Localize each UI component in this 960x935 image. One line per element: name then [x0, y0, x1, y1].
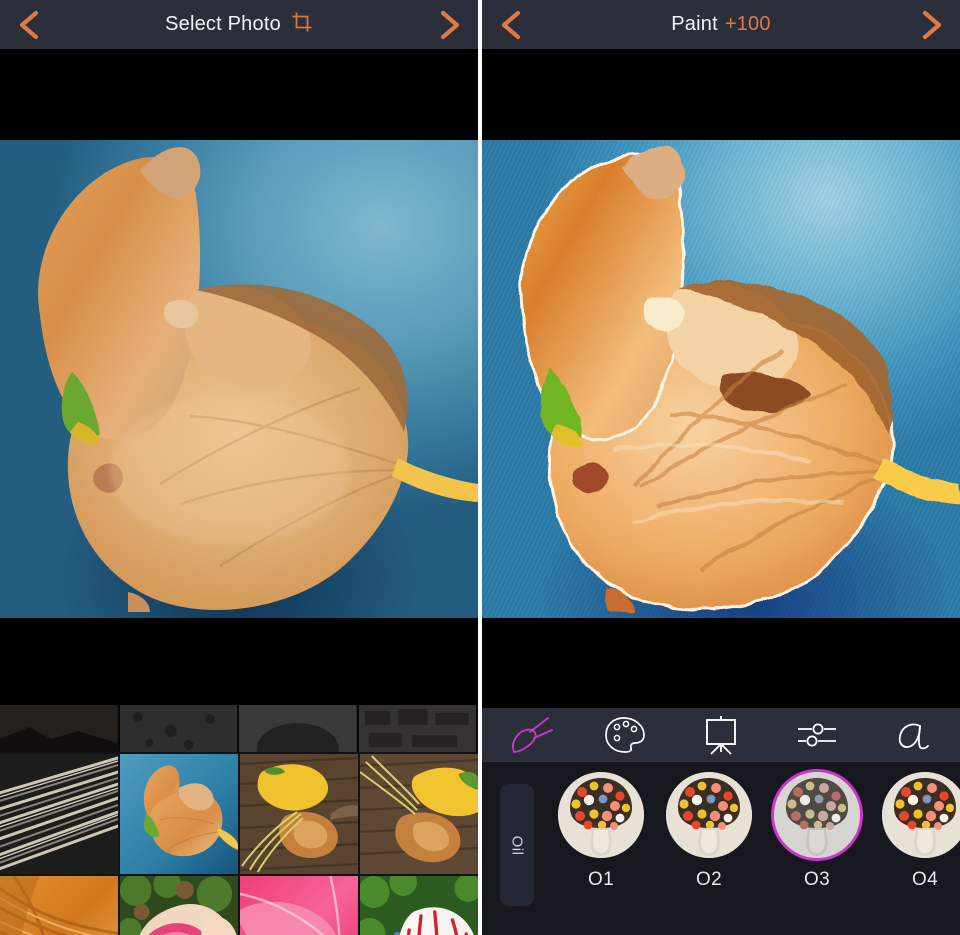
- preset-thumbnail: [774, 772, 860, 858]
- picker-thumb-dried-petal-blue[interactable]: [120, 754, 238, 874]
- thumb-art: [0, 876, 118, 935]
- preset-o3[interactable]: O3: [763, 772, 871, 891]
- picker-thumb-yellow-petal-stems-wood[interactable]: [360, 754, 478, 874]
- tool-adjust[interactable]: [769, 708, 865, 762]
- left-page-title: Select Photo: [165, 11, 313, 39]
- thumb-art: [360, 876, 478, 935]
- right-header-back-button[interactable]: [482, 0, 540, 49]
- left-header-forward-button[interactable]: [420, 0, 478, 49]
- picker-thumb-yellow-petal-wood[interactable]: [240, 754, 358, 874]
- preset-thumbnail: [666, 772, 752, 858]
- preset-thumbnail: [558, 772, 644, 858]
- left-panel-select-photo: Select Photo: [0, 0, 478, 935]
- canvas-easel-icon: [702, 714, 740, 756]
- right-canvas-stage: [482, 49, 960, 705]
- left-header: Select Photo: [0, 0, 478, 49]
- tool-text[interactable]: [864, 708, 960, 762]
- left-header-back-button[interactable]: [0, 0, 58, 49]
- tool-canvas[interactable]: [673, 708, 769, 762]
- preset-label: O2: [696, 869, 722, 890]
- preset-label: O3: [804, 869, 830, 890]
- picker-dim-cell[interactable]: [119, 705, 239, 752]
- app-screen: Select Photo Paint +100 Oil O1 O2 O3 O4: [0, 0, 960, 935]
- preset-thumbnail: [882, 772, 960, 858]
- thumb-art: [120, 754, 238, 874]
- preset-category-label: Oil: [508, 835, 526, 855]
- tool-palette[interactable]: [578, 708, 674, 762]
- tool-brush[interactable]: [482, 708, 578, 762]
- painted-subject-petal: [482, 140, 960, 618]
- picker-grid-row: [0, 876, 478, 935]
- preset-o1[interactable]: O1: [547, 772, 655, 891]
- sliders-icon: [796, 718, 838, 752]
- right-title-text: Paint: [671, 13, 718, 35]
- preset-o4[interactable]: O4: [871, 772, 960, 891]
- chevron-right-icon: [918, 9, 944, 41]
- thumb-art: [120, 876, 238, 935]
- thumb-art: [240, 754, 358, 874]
- photo-picker: [0, 705, 478, 935]
- right-page-title: Paint +100: [671, 13, 770, 36]
- chevron-left-icon: [16, 9, 42, 41]
- panel-divider: [478, 0, 482, 935]
- preset-label: O4: [912, 869, 938, 890]
- right-panel-paint: Paint +100 Oil O1 O2 O3 O4: [482, 0, 960, 935]
- photo-subject-petal: [0, 140, 478, 618]
- chevron-right-icon: [436, 9, 462, 41]
- preset-label: O1: [588, 869, 614, 890]
- preset-o2[interactable]: O2: [655, 772, 763, 891]
- text-a-icon: [892, 716, 932, 754]
- picker-thumb-dried-reeds-bundle[interactable]: [0, 754, 118, 874]
- picker-thumb-white-red-striped-tulip[interactable]: [360, 876, 478, 935]
- right-header-forward-button[interactable]: [902, 0, 960, 49]
- picker-thumb-orange-leaf-texture[interactable]: [0, 876, 118, 935]
- picker-thumb-hand-holding-peony[interactable]: [120, 876, 238, 935]
- picker-dim-cell[interactable]: [239, 705, 359, 775]
- picker-dim-cell[interactable]: [358, 705, 478, 752]
- thumb-art: [240, 876, 358, 935]
- paint-toolbar: [482, 708, 960, 762]
- picker-grid-row: [0, 754, 478, 874]
- left-title-text: Select Photo: [165, 13, 281, 35]
- left-canvas-stage: [0, 49, 478, 705]
- picker-thumb-pink-petal-closeup[interactable]: [240, 876, 358, 935]
- preset-panel: Oil O1 O2 O3 O4: [482, 762, 960, 935]
- thumb-art: [360, 754, 478, 874]
- palette-icon: [604, 716, 646, 754]
- preset-strip[interactable]: O1 O2 O3 O4: [547, 772, 960, 891]
- original-photo[interactable]: [0, 140, 478, 618]
- crop-icon[interactable]: [291, 11, 313, 39]
- brush-icon: [506, 714, 554, 756]
- preset-category-oil[interactable]: Oil: [500, 784, 534, 906]
- paint-strength-badge: +100: [724, 13, 771, 35]
- painted-photo[interactable]: [482, 140, 960, 618]
- thumb-art: [0, 754, 118, 874]
- picker-dim-cell[interactable]: [0, 705, 120, 752]
- right-header: Paint +100: [482, 0, 960, 49]
- picker-previous-row: [0, 705, 478, 775]
- preset-desaturate-overlay: [774, 772, 860, 858]
- chevron-left-icon: [498, 9, 524, 41]
